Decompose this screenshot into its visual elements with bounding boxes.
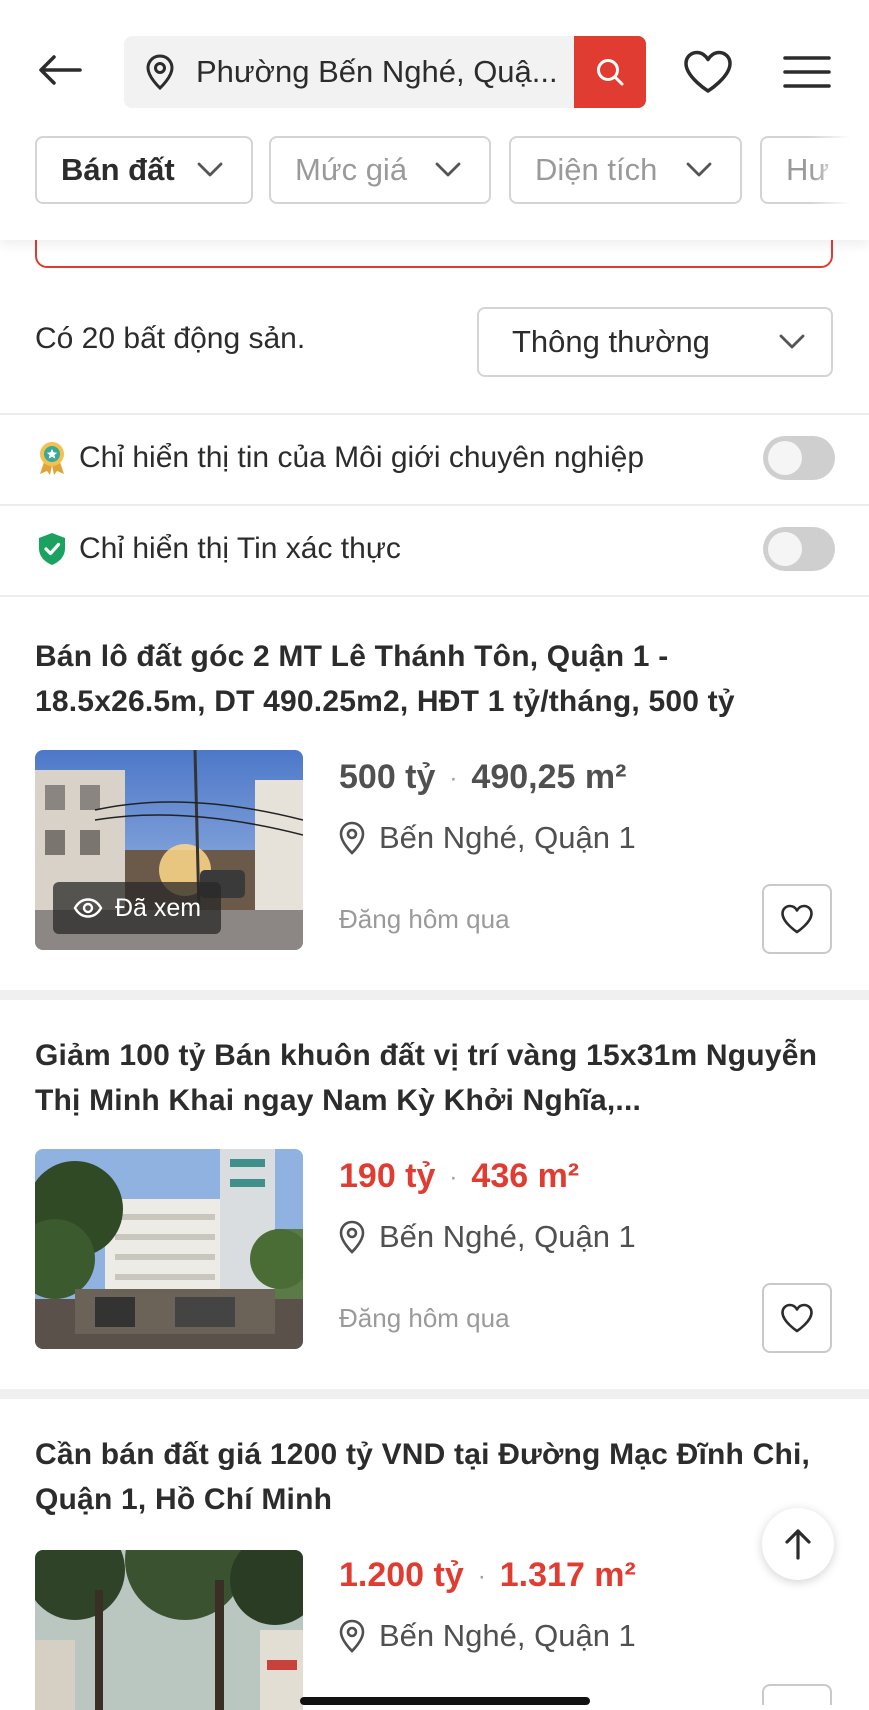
listing-price-area: 1.200 tỷ · 1.317 m² [339, 1556, 636, 1594]
listing-photo-trees [35, 1550, 303, 1710]
results-count: Có 20 bất động sản. [35, 322, 306, 355]
listing-location: Bến Nghé, Quận 1 [339, 1219, 636, 1255]
eye-icon [73, 898, 103, 918]
saved-listings-button[interactable] [678, 40, 738, 104]
chevron-down-icon [197, 162, 223, 177]
listing-photo-lot [35, 1149, 303, 1349]
listing-thumbnail[interactable]: Đã xem [35, 750, 303, 950]
toggle-knob [768, 532, 802, 566]
top-bar: Phường Bến Nghé, Quậ... Bán đất Mức giá … [0, 0, 869, 240]
location-pin-icon [339, 821, 365, 855]
filter-area-label: Diện tích [535, 152, 658, 187]
filter-area[interactable]: Diện tích [509, 136, 742, 204]
listing-separator [0, 990, 869, 1000]
listing-price: 190 tỷ [339, 1157, 436, 1195]
toggle-row-pro-broker: Chỉ hiển thị tin của Môi giới chuyên ngh… [35, 436, 835, 480]
listing-area: 1.317 m² [499, 1556, 636, 1594]
heart-icon [684, 50, 732, 93]
divider [0, 413, 869, 415]
listing-price: 1.200 tỷ [339, 1556, 464, 1594]
listing-area: 490,25 m² [471, 758, 627, 796]
listing-location: Bến Nghé, Quận 1 [339, 1618, 636, 1654]
pro-broker-badge-icon [40, 442, 64, 475]
filter-scroll-fade [810, 130, 869, 212]
heart-icon [781, 1303, 813, 1333]
listing-thumbnail[interactable] [35, 1149, 303, 1349]
divider [0, 504, 869, 506]
listing-posted-date: Đăng hôm qua [339, 904, 510, 934]
toggle-knob [768, 441, 802, 475]
location-pin-icon [339, 1220, 365, 1254]
filter-price-label: Mức giá [295, 152, 408, 187]
location-pin-icon [339, 1619, 365, 1653]
toggle-label-verified: Chỉ hiển thị Tin xác thực [79, 532, 401, 565]
toggle-row-verified: Chỉ hiển thị Tin xác thực [35, 527, 835, 571]
listing-price: 500 tỷ [339, 758, 436, 796]
toggle-label-pro-broker: Chỉ hiển thị tin của Môi giới chuyên ngh… [79, 441, 645, 474]
chevron-down-icon [686, 162, 712, 177]
search-bar[interactable]: Phường Bến Nghé, Quậ... [124, 36, 646, 108]
search-location-text[interactable]: Phường Bến Nghé, Quậ... [196, 36, 576, 108]
listing-location-text: Bến Nghé, Quận 1 [379, 820, 636, 855]
scroll-to-top-button[interactable] [762, 1508, 834, 1580]
listing-title[interactable]: Giảm 100 tỷ Bán khuôn đất vị trí vàng 15… [35, 1033, 825, 1123]
filter-property-type[interactable]: Bán đất [35, 136, 253, 204]
listing-location-text: Bến Nghé, Quận 1 [379, 1219, 636, 1254]
location-pin-icon [146, 54, 174, 90]
toggle-switch-pro-broker[interactable] [763, 436, 835, 480]
arrow-up-icon [785, 1529, 811, 1560]
chevron-down-icon [779, 334, 805, 349]
sort-label: Thông thường [512, 324, 710, 359]
heart-icon [781, 904, 813, 934]
listing-location-text: Bến Nghé, Quận 1 [379, 1618, 636, 1653]
back-button[interactable] [30, 40, 90, 100]
divider [0, 595, 869, 597]
hamburger-menu-icon [783, 56, 831, 88]
listing-posted-date: Đăng hôm qua [339, 1303, 510, 1333]
search-icon [597, 59, 624, 86]
toggle-switch-verified[interactable] [763, 527, 835, 571]
listing-title[interactable]: Bán lô đất góc 2 MT Lê Thánh Tôn, Quận 1… [35, 634, 825, 724]
save-listing-button[interactable] [762, 884, 832, 954]
listing-price-area: 500 tỷ · 490,25 m² [339, 758, 627, 796]
save-listing-button[interactable] [762, 1684, 832, 1705]
filter-price[interactable]: Mức giá [269, 136, 491, 204]
home-indicator [300, 1697, 590, 1705]
listing-area: 436 m² [471, 1157, 580, 1195]
listing-price-area: 190 tỷ · 436 m² [339, 1157, 580, 1195]
seen-badge: Đã xem [53, 882, 222, 934]
sort-dropdown[interactable]: Thông thường [477, 307, 833, 377]
menu-button[interactable] [776, 40, 838, 104]
listing-separator [0, 1389, 869, 1399]
verified-shield-icon [39, 533, 65, 565]
listing-title[interactable]: Cần bán đất giá 1200 tỷ VND tại Đường Mạ… [35, 1432, 825, 1522]
listing-location: Bến Nghé, Quận 1 [339, 820, 636, 856]
search-button[interactable] [574, 36, 646, 108]
listing-thumbnail[interactable] [35, 1550, 303, 1710]
seen-label: Đã xem [115, 893, 202, 922]
save-listing-button[interactable] [762, 1283, 832, 1353]
back-arrow-icon [39, 55, 82, 85]
filter-property-type-label: Bán đất [61, 152, 175, 187]
chevron-down-icon [435, 162, 461, 177]
